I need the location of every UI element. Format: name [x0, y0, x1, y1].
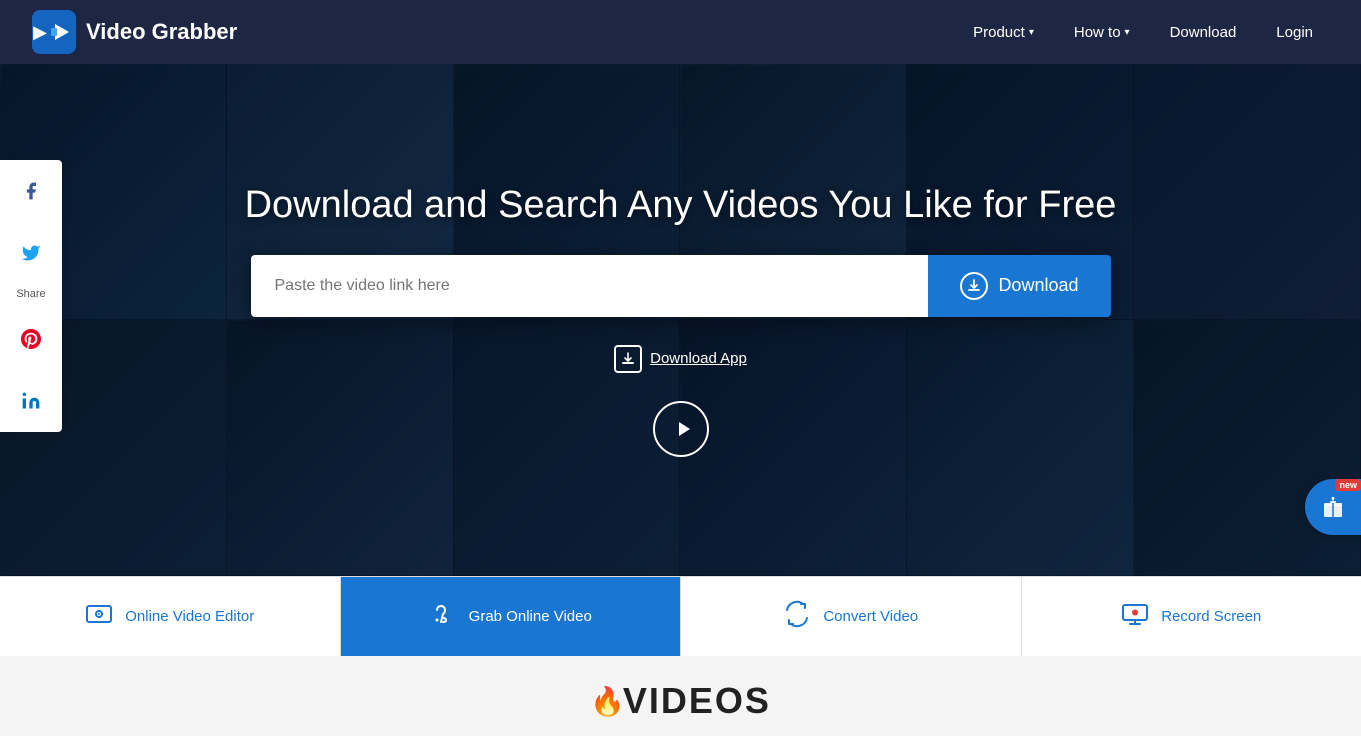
download-button[interactable]: Download: [928, 255, 1110, 317]
gift-button[interactable]: new: [1305, 479, 1361, 535]
video-editor-icon: [85, 600, 113, 634]
tab-convert-video[interactable]: Convert Video: [681, 577, 1022, 656]
tab-record-screen[interactable]: Record Screen: [1022, 577, 1361, 656]
grab-video-icon: [429, 600, 457, 634]
share-label: Share: [0, 284, 62, 308]
facebook-share-button[interactable]: [0, 160, 62, 222]
video-url-input[interactable]: [251, 255, 929, 317]
nav-download[interactable]: Download: [1154, 16, 1253, 49]
pinterest-share-button[interactable]: [0, 308, 62, 370]
convert-video-icon: [783, 600, 811, 634]
hero-title: Download and Search Any Videos You Like …: [245, 184, 1117, 227]
search-bar: Download: [251, 255, 1111, 317]
play-button[interactable]: [653, 401, 709, 457]
flame-icon: 🔥: [590, 685, 627, 718]
record-screen-icon: [1121, 600, 1149, 634]
gift-new-badge: new: [1335, 479, 1361, 491]
logo[interactable]: Video Grabber: [32, 10, 237, 54]
nav-product[interactable]: Product ▾: [957, 16, 1050, 49]
tab-online-video-editor[interactable]: Online Video Editor: [0, 577, 341, 656]
bottom-tabs: Online Video Editor Grab Online Video Co…: [0, 576, 1361, 656]
tab-grab-online-video[interactable]: Grab Online Video: [341, 577, 682, 656]
nav-login[interactable]: Login: [1260, 16, 1329, 49]
product-chevron-icon: ▾: [1029, 27, 1034, 38]
linkedin-share-button[interactable]: [0, 370, 62, 432]
howto-chevron-icon: ▾: [1125, 27, 1130, 38]
social-sidebar: Share: [0, 160, 62, 432]
hero-section: Download and Search Any Videos You Like …: [0, 64, 1361, 576]
twitter-share-button[interactable]: [0, 222, 62, 284]
nav-howto[interactable]: How to ▾: [1058, 16, 1146, 49]
download-app-icon: [614, 345, 642, 373]
download-icon: [960, 272, 988, 300]
hero-content: Download and Search Any Videos You Like …: [0, 184, 1361, 457]
navbar: Video Grabber Product ▾ How to ▾ Downloa…: [0, 0, 1361, 64]
logo-icon: [32, 10, 76, 54]
logo-text: Video Grabber: [86, 19, 237, 45]
bottom-section: 🔥 VIDEOS: [0, 656, 1361, 736]
navbar-nav: Product ▾ How to ▾ Download Login: [957, 16, 1329, 49]
download-app-link[interactable]: Download App: [614, 345, 747, 373]
videos-logo: 🔥 VIDEOS: [590, 680, 771, 722]
